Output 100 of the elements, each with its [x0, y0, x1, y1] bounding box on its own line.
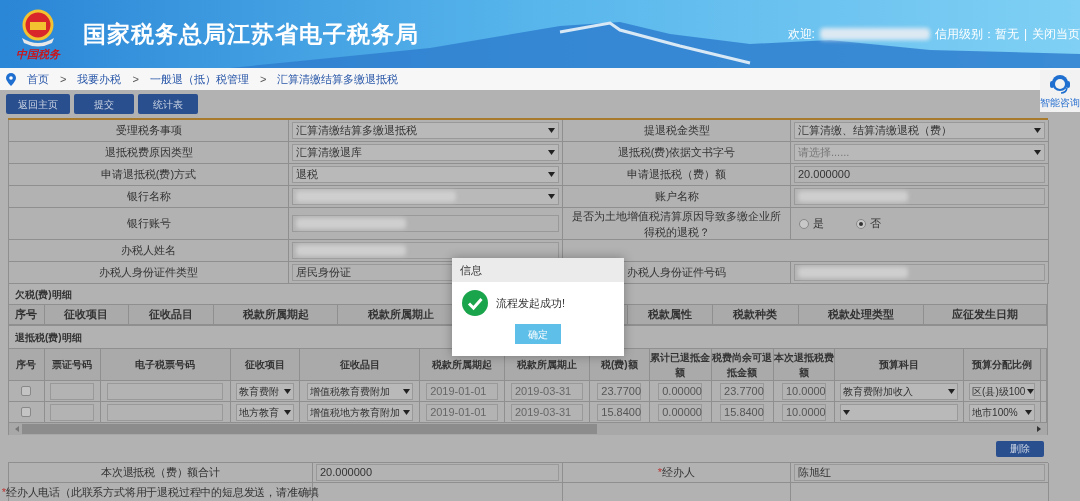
column-header: 税款所属期止 — [516, 358, 577, 372]
input-field[interactable] — [107, 382, 224, 400]
input-field[interactable] — [794, 188, 1045, 205]
checkbox[interactable] — [21, 407, 32, 417]
column-header: 征收品目 — [148, 307, 193, 323]
select-field[interactable]: 汇算清缴、结算清缴退税（费） — [794, 122, 1045, 139]
breadcrumb-separator: > — [132, 71, 139, 87]
column-header: 税款种类 — [733, 307, 778, 323]
field-label: 退抵税费原因类型 — [103, 145, 194, 161]
breadcrumb-link[interactable]: 我要办税 — [77, 70, 122, 88]
field-label: 退抵税(费)依据文书字号 — [616, 145, 737, 161]
input-field[interactable]: 15.8400 — [597, 403, 642, 421]
input-field[interactable]: 23.7700 — [597, 382, 642, 400]
credit-level: 信用级别：暂无 — [934, 26, 1019, 43]
toolbar-button[interactable]: 返回主页 — [6, 94, 70, 114]
input-field[interactable]: 0.00000 — [658, 403, 703, 421]
radio-option[interactable]: 是 — [799, 215, 824, 232]
horizontal-scrollbar[interactable] — [9, 423, 1047, 435]
caret-icon — [948, 388, 956, 394]
input-field[interactable] — [107, 403, 224, 421]
column-header: 票证号码 — [52, 358, 93, 372]
select-field[interactable]: 地方教育 — [236, 403, 294, 421]
caret-icon — [548, 150, 555, 155]
separator-text: | — [1023, 26, 1027, 43]
select-field[interactable]: 退税 — [292, 166, 559, 183]
input-field[interactable]: 15.8400 — [720, 403, 765, 421]
input-field[interactable]: 10.0000 — [781, 403, 826, 421]
column-header: 预算分配比例 — [972, 358, 1033, 372]
welcome-text: 欢迎: — [787, 26, 815, 43]
site-title: 国家税务总局江苏省电子税务局 — [83, 19, 419, 49]
help-widget[interactable]: 智能咨询 — [1040, 70, 1080, 112]
field-label: 经办人 — [662, 465, 696, 481]
select-field[interactable] — [840, 403, 959, 421]
input-field[interactable]: 0.00000 — [658, 382, 703, 400]
caret-icon — [284, 409, 291, 415]
headset-icon — [1049, 73, 1071, 95]
input-field[interactable] — [50, 382, 95, 400]
input-field[interactable] — [50, 403, 95, 421]
check-circle-icon — [462, 290, 488, 316]
input-field[interactable] — [292, 215, 559, 232]
breadcrumb-link[interactable]: 首页 — [27, 70, 49, 88]
select-field[interactable]: 教育费附加收入 — [840, 382, 959, 400]
breadcrumb-link[interactable]: 汇算清缴结算多缴退抵税 — [277, 70, 399, 88]
select-field[interactable]: 汇算清缴结算多缴退抵税 — [292, 122, 559, 139]
field-label: 经办人电话（此联系方式将用于退税过程中的短息发送，请准确填 — [5, 485, 320, 501]
input-field[interactable] — [292, 242, 559, 259]
toolbar-button[interactable]: 统计表 — [138, 94, 198, 114]
breadcrumb-separator: > — [60, 71, 67, 87]
field-label: 申请退抵税(费)方式 — [99, 167, 198, 183]
select-field[interactable]: 区(县)级100 — [969, 382, 1036, 400]
checkbox[interactable] — [21, 386, 32, 396]
input-field[interactable]: 10.0000 — [781, 382, 826, 400]
toolbar-button[interactable]: 提交 — [74, 94, 134, 114]
radio-button[interactable] — [856, 218, 866, 229]
input-field[interactable]: 20.000000 — [316, 464, 559, 481]
field-label: 银行账号 — [125, 216, 172, 232]
caret-icon — [548, 172, 555, 177]
field-label: 银行名称 — [125, 189, 172, 205]
logo-text: 中国税务 — [16, 48, 60, 60]
section-title: 退抵税(费)明细 — [15, 330, 82, 345]
delete-button[interactable]: 删除 — [996, 440, 1044, 457]
radio-option[interactable]: 否 — [856, 215, 881, 232]
input-field[interactable]: 陈旭红 — [794, 464, 1045, 481]
caret-icon — [402, 409, 410, 415]
field-label: 办税人身份证件号码 — [626, 265, 727, 281]
select-field[interactable]: 汇算清缴退库 — [292, 144, 559, 161]
caret-icon — [548, 128, 555, 133]
field-label: 办税人身份证件类型 — [98, 265, 199, 281]
field-label: 账户名称 — [653, 189, 700, 205]
column-header: 征收品目 — [339, 358, 380, 372]
select-field[interactable] — [292, 188, 559, 205]
required-mark: * — [657, 465, 663, 481]
breadcrumb-link[interactable]: 一般退（抵）税管理 — [149, 70, 249, 88]
select-field[interactable]: 增值税教育费附加 — [306, 382, 413, 400]
caret-icon — [1034, 128, 1041, 133]
caret-icon — [1034, 150, 1041, 155]
select-field[interactable]: 地市100% — [969, 403, 1036, 421]
caret-icon — [284, 388, 291, 394]
column-header: 预算科目 — [879, 358, 920, 372]
field-label: 办税人姓名 — [120, 243, 177, 259]
column-header: 税费尚余可退抵金额 — [711, 350, 773, 380]
caret-icon — [843, 409, 851, 415]
caret-icon — [1025, 409, 1033, 415]
select-field[interactable]: 增值税地方教育附加 — [306, 403, 413, 421]
select-field[interactable]: 教育费附 — [236, 382, 294, 400]
field-label: 受理税务事项 — [114, 123, 183, 139]
column-header: 累计已退抵金额 — [649, 350, 711, 380]
field-label: 本次退抵税（费）额合计 — [101, 465, 220, 481]
column-header: 序号 — [16, 358, 37, 372]
input-field[interactable]: 20.000000 — [794, 166, 1045, 183]
caret-icon — [548, 194, 555, 199]
radio-button[interactable] — [799, 218, 809, 229]
column-header: 征收项目 — [64, 307, 109, 323]
input-field[interactable] — [794, 264, 1045, 281]
required-mark: * — [1, 485, 6, 501]
dialog-message: 流程发起成功! — [496, 295, 566, 311]
breadcrumb-separator: > — [259, 71, 267, 87]
caret-icon — [402, 388, 410, 394]
input-field[interactable]: 23.7700 — [720, 382, 765, 400]
section-title: 欠税(费)明细 — [15, 287, 72, 302]
